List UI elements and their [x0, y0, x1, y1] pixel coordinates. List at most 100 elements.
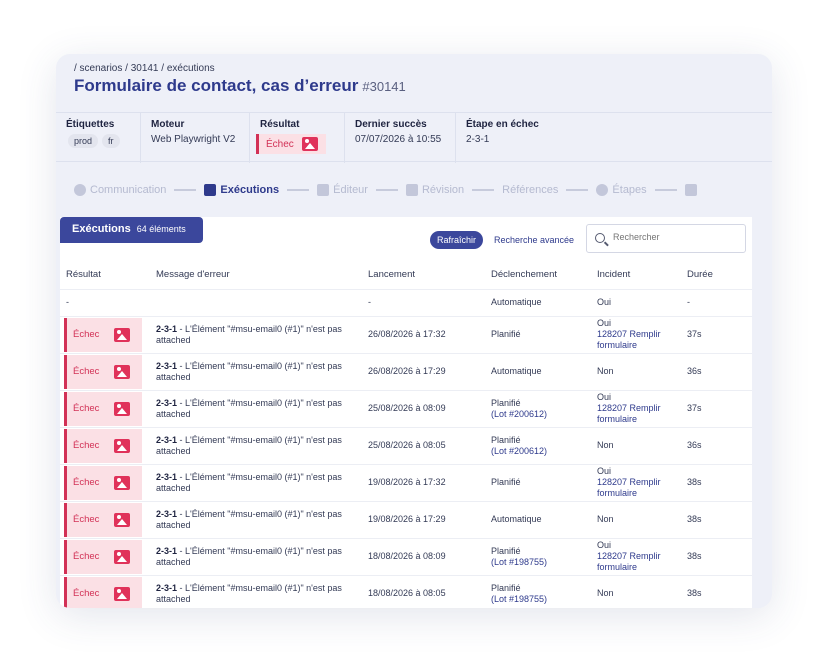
declenchement-lot[interactable]: (Lot #200612)	[491, 446, 591, 457]
cell-duree: 38s	[681, 575, 752, 608]
result-badge-label: Échec	[73, 514, 100, 525]
cell-message: 2-3-1 - L'Élément "#msu-email0 (#1)" n'e…	[150, 538, 362, 576]
tag-prod[interactable]: prod	[68, 134, 99, 148]
screenshot-icon[interactable]	[114, 475, 130, 490]
cell-message: 2-3-1 - L'Élément "#msu-email0 (#1)" n'e…	[150, 575, 362, 608]
cell-declenchement: Planifié (Lot #198755)	[485, 575, 591, 608]
cell-incident: Oui 128207 Remplir formulaire	[591, 316, 681, 354]
incident-status: Oui	[597, 540, 612, 550]
status-badge[interactable]: Échec	[256, 134, 326, 154]
meta-bar: Étiquettes prod fr Moteur Web Playwright …	[56, 112, 772, 163]
message-step: 2-3-1	[156, 471, 178, 482]
refresh-button[interactable]: Rafraîchir	[430, 231, 484, 249]
table-row[interactable]: Échec 2-3-1 - L'Élément "#msu-email0 (#1…	[60, 464, 752, 502]
col-message[interactable]: Message d'erreur	[150, 261, 362, 290]
advanced-search-link[interactable]: Recherche avancée	[494, 235, 574, 245]
search-box[interactable]	[586, 224, 746, 253]
tag-fr[interactable]: fr	[102, 134, 120, 148]
result-badge[interactable]: Échec	[64, 354, 142, 389]
result-badge[interactable]: Échec	[64, 502, 142, 537]
col-incident[interactable]: Incident	[591, 261, 681, 290]
step-communication[interactable]: Communication	[74, 184, 166, 196]
tab-executions[interactable]: Exécutions 64 éléments	[60, 217, 203, 243]
incident-link[interactable]: 128207 Remplir formulaire	[597, 477, 681, 499]
step-separator	[174, 189, 197, 191]
result-badge[interactable]: Échec	[64, 576, 142, 608]
status-badge-label: Échec	[266, 138, 294, 150]
result-badge[interactable]: Échec	[64, 317, 142, 352]
result-badge[interactable]: Échec	[64, 391, 142, 426]
step-references[interactable]: Références	[502, 184, 558, 196]
result-badge-label: Échec	[73, 551, 100, 562]
cell-lancement: 18/08/2026 à 08:05	[362, 575, 485, 608]
screenshot-icon[interactable]	[301, 137, 318, 151]
col-declenchement[interactable]: Déclenchement	[485, 261, 591, 290]
executions-table: Résultat Message d'erreur Lancement Décl…	[60, 261, 752, 608]
result-badge[interactable]: Échec	[64, 539, 142, 574]
screenshot-icon[interactable]	[114, 438, 130, 453]
step-etapes[interactable]: Étapes	[596, 184, 647, 196]
result-badge-label: Échec	[73, 329, 100, 340]
table-row[interactable]: - - Automatique Oui -	[60, 289, 752, 317]
table-row[interactable]: Échec 2-3-1 - L'Élément "#msu-email0 (#1…	[60, 427, 752, 465]
declenchement-lot[interactable]: (Lot #198755)	[491, 594, 591, 605]
cell-incident: Non	[591, 427, 681, 465]
screenshot-icon[interactable]	[114, 549, 130, 564]
table-row[interactable]: Échec 2-3-1 - L'Élément "#msu-email0 (#1…	[60, 538, 752, 576]
step-revision[interactable]: Révision	[405, 184, 464, 196]
meta-resultat: Résultat Échec	[250, 113, 345, 163]
meta-etape-echec-label: Étape en échec	[466, 119, 539, 130]
screenshot-icon[interactable]	[114, 364, 130, 379]
meta-etiquettes: Étiquettes prod fr	[56, 113, 141, 163]
step-executions[interactable]: Exécutions	[204, 184, 279, 196]
step-editeur[interactable]: Éditeur	[317, 184, 368, 196]
incident-link[interactable]: 128207 Remplir formulaire	[597, 403, 681, 425]
cell-message: 2-3-1 - L'Élément "#msu-email0 (#1)" n'e…	[150, 464, 362, 502]
cell-duree: 38s	[681, 538, 752, 576]
result-badge[interactable]: Échec	[64, 428, 142, 463]
cell-declenchement: Planifié (Lot #200612)	[485, 390, 591, 428]
step-etapes-label: Étapes	[612, 184, 647, 196]
table-row[interactable]: Échec 2-3-1 - L'Élément "#msu-email0 (#1…	[60, 353, 752, 391]
cell-message: 2-3-1 - L'Élément "#msu-email0 (#1)" n'e…	[150, 353, 362, 391]
table-row[interactable]: Échec 2-3-1 - L'Élément "#msu-email0 (#1…	[60, 390, 752, 428]
cell-incident: Non	[591, 501, 681, 539]
step-separator	[654, 189, 677, 191]
declenchement-type: Planifié	[491, 329, 521, 339]
incident-status: Oui	[597, 466, 612, 476]
cell-duree: 36s	[681, 427, 752, 465]
declenchement-lot[interactable]: (Lot #198755)	[491, 557, 591, 568]
page-title: Formulaire de contact, cas d’erreur #3014…	[74, 76, 406, 96]
declenchement-type: Planifié	[491, 397, 521, 408]
col-duree[interactable]: Durée	[681, 261, 752, 290]
table-row[interactable]: Échec 2-3-1 - L'Élément "#msu-email0 (#1…	[60, 501, 752, 539]
step-more[interactable]	[684, 184, 697, 196]
declenchement-type: Automatique	[491, 514, 542, 524]
screenshot-icon[interactable]	[114, 512, 130, 527]
message-step: 2-3-1	[156, 545, 178, 556]
cell-message: 2-3-1 - L'Élément "#msu-email0 (#1)" n'e…	[150, 427, 362, 465]
incident-link[interactable]: 128207 Remplir formulaire	[597, 551, 681, 573]
result-badge[interactable]: Échec	[64, 465, 142, 500]
incident-link[interactable]: 128207 Remplir formulaire	[597, 329, 681, 351]
screenshot-icon[interactable]	[114, 586, 130, 601]
declenchement-lot[interactable]: (Lot #200612)	[491, 409, 591, 420]
table-row[interactable]: Échec 2-3-1 - L'Élément "#msu-email0 (#1…	[60, 575, 752, 608]
breadcrumb[interactable]: / scenarios / 30141 / exécutions	[74, 63, 215, 74]
col-lancement[interactable]: Lancement	[362, 261, 485, 290]
table-row[interactable]: Échec 2-3-1 - L'Élément "#msu-email0 (#1…	[60, 316, 752, 354]
step-communication-label: Communication	[90, 184, 167, 196]
screenshot-icon[interactable]	[114, 327, 130, 342]
search-input[interactable]	[613, 232, 737, 242]
cell-lancement: 18/08/2026 à 08:09	[362, 538, 485, 576]
cell-declenchement: Automatique	[485, 501, 591, 539]
screenshot-icon[interactable]	[114, 401, 130, 416]
cell-declenchement: Automatique	[485, 289, 591, 317]
cell-resultat: Échec	[60, 427, 150, 465]
col-resultat[interactable]: Résultat	[60, 261, 150, 290]
meta-etape-echec-value: 2-3-1	[466, 134, 490, 145]
cell-duree: 38s	[681, 501, 752, 539]
cell-duree: 38s	[681, 464, 752, 502]
incident-status: Oui	[597, 318, 612, 328]
incident-status: Oui	[597, 392, 612, 402]
